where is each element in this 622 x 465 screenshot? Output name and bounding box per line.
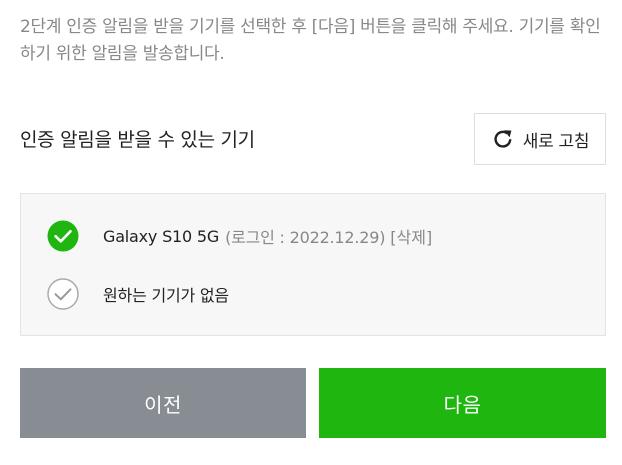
- instruction-text: 2단계 인증 알림을 받을 기기를 선택한 후 [다음] 버튼을 클릭해 주세요…: [20, 17, 601, 64]
- device-section-header: 인증 알림을 받을 수 있는 기기 새로 고침: [20, 113, 606, 167]
- device-option-galaxy-s10[interactable]: Galaxy S10 5G (로그인 : 2022.12.29) [삭제]: [47, 220, 432, 252]
- prev-button[interactable]: 이전: [20, 368, 306, 438]
- device-login-date: (로그인 : 2022.12.29): [225, 228, 386, 247]
- refresh-icon: [491, 127, 515, 151]
- section-title: 인증 알림을 받을 수 있는 기기: [20, 129, 255, 151]
- refresh-button[interactable]: 새로 고침: [474, 113, 606, 165]
- delete-device-link[interactable]: [삭제]: [390, 224, 432, 248]
- device-option-none[interactable]: 원하는 기기가 없음: [47, 278, 229, 310]
- device-list: Galaxy S10 5G (로그인 : 2022.12.29) [삭제] 원하…: [20, 193, 606, 336]
- device-name: 원하는 기기가 없음: [103, 286, 229, 305]
- refresh-label: 새로 고침: [522, 131, 590, 152]
- device-name: Galaxy S10 5G: [103, 226, 220, 246]
- checked-circle-icon[interactable]: [47, 220, 79, 252]
- unchecked-circle-icon[interactable]: [47, 278, 79, 310]
- next-button[interactable]: 다음: [319, 368, 606, 438]
